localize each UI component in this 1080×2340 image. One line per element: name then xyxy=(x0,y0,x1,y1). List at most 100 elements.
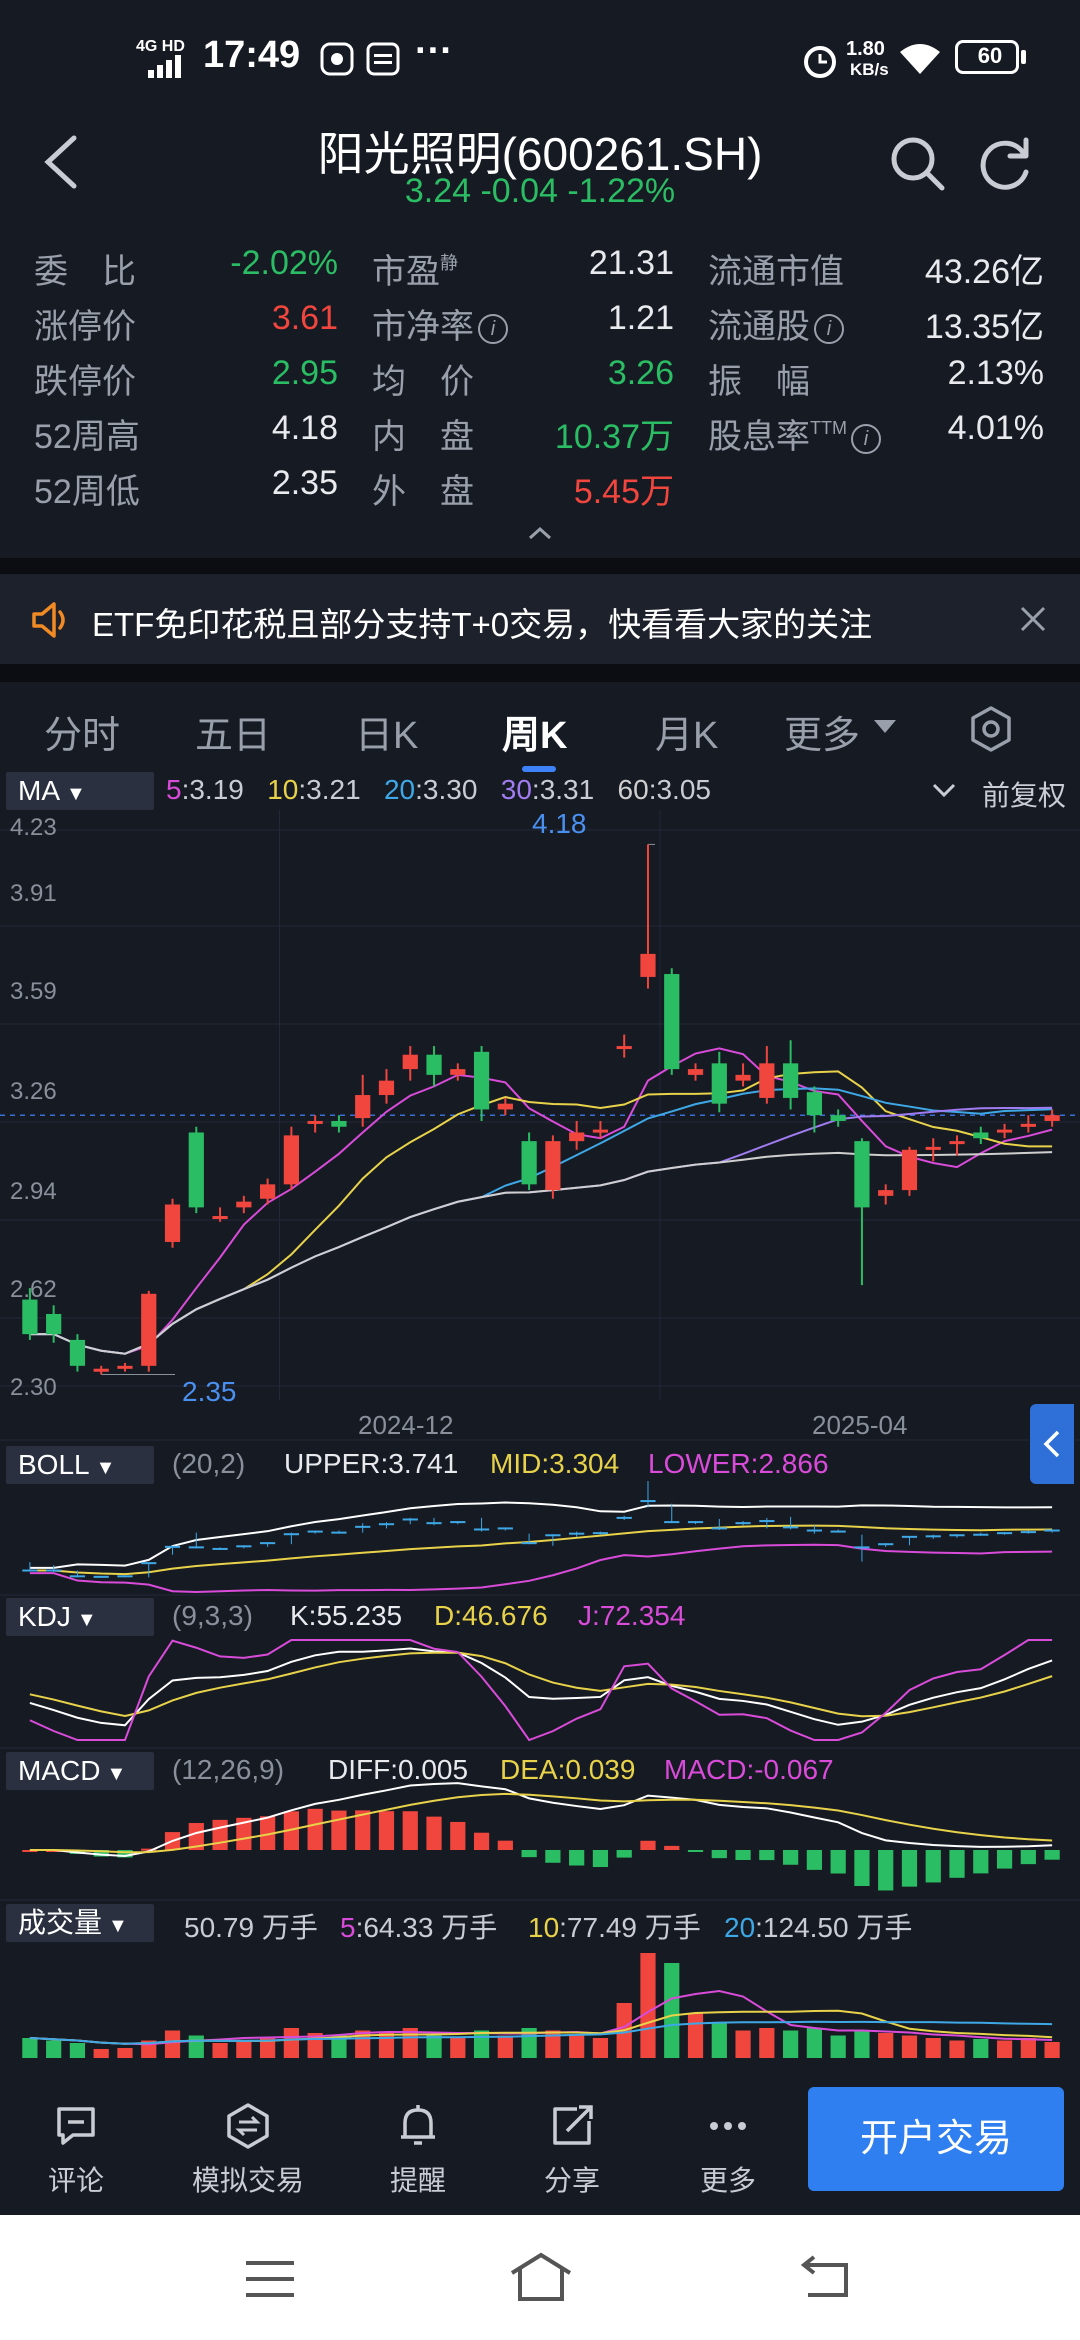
settings-icon[interactable] xyxy=(966,704,1016,754)
candle-body xyxy=(141,1293,157,1366)
close-icon[interactable] xyxy=(1018,604,1048,634)
volume-bar xyxy=(878,2033,894,2058)
adjust-mode[interactable]: 前复权 xyxy=(982,774,1066,814)
simulated-trade-icon xyxy=(227,2103,269,2149)
ma60-line xyxy=(29,1151,1053,1355)
tab-weekly-k[interactable]: 周K xyxy=(502,704,567,759)
kdj-j: J:72.354 xyxy=(578,1600,686,1631)
tab-intraday[interactable]: 分时 xyxy=(44,704,120,759)
kdj-selector[interactable]: KDJ ▼ xyxy=(6,1598,154,1636)
ma5-line xyxy=(29,1047,1053,1355)
net-speed-unit: KB/s xyxy=(850,60,889,79)
volume-bar xyxy=(830,2035,846,2058)
macd-selector[interactable]: MACD ▼ xyxy=(6,1752,154,1790)
stat-label: 内 盘 xyxy=(372,418,474,456)
candle-body xyxy=(1044,1115,1060,1121)
macd-bar xyxy=(521,1850,537,1858)
volume-bar xyxy=(711,2023,727,2058)
simulated-trade-button[interactable]: 模拟交易 xyxy=(188,2101,308,2199)
candle-body xyxy=(830,1115,846,1121)
price-tick: 3.59 xyxy=(10,978,57,1005)
notice-banner[interactable]: ETF免印花税且部分支持T+0交易，快看看大家的关注 xyxy=(0,574,1080,664)
menu-icon[interactable] xyxy=(242,2257,298,2301)
candle-body xyxy=(973,1132,989,1139)
candle-body xyxy=(783,1063,799,1098)
refresh-icon[interactable] xyxy=(976,134,1036,194)
stat-label: 股息率TTM i xyxy=(708,409,881,458)
boll-upper-line xyxy=(29,1501,1053,1569)
chevron-left-icon xyxy=(1043,1430,1060,1458)
volume-bar xyxy=(378,2033,395,2058)
stat-label: 52周低 xyxy=(34,473,140,511)
candle-body xyxy=(402,1054,418,1070)
stat-label: 委 比 xyxy=(34,253,136,291)
candle-body xyxy=(283,1135,299,1185)
macd-bar xyxy=(473,1832,490,1850)
volume-bar xyxy=(901,2035,918,2058)
info-icon[interactable]: i xyxy=(478,314,508,344)
alert-button[interactable]: 提醒 xyxy=(358,2101,478,2199)
stat-value: 1.21 xyxy=(607,299,674,337)
candle-body xyxy=(735,1074,751,1081)
stat-label: 跌停价 xyxy=(34,363,136,401)
candle-body xyxy=(664,974,680,1070)
volume-bar xyxy=(236,2040,252,2058)
home-icon[interactable] xyxy=(506,2249,576,2305)
boll-selector[interactable]: BOLL ▼ xyxy=(6,1446,154,1484)
date-tick: 2024-12 xyxy=(358,1410,454,1440)
open-account-trade-button[interactable]: 开户交易 xyxy=(808,2087,1064,2191)
ma10-line xyxy=(29,1070,1053,1355)
stat-value: 10.37万 xyxy=(554,418,674,456)
side-panel-toggle[interactable] xyxy=(1030,1404,1074,1484)
comment-icon xyxy=(57,2107,95,2145)
volume-bar xyxy=(497,2035,513,2058)
battery-icon: 60 xyxy=(955,40,1019,74)
candle-body xyxy=(711,1063,727,1104)
volume-bar xyxy=(473,2030,490,2058)
tab-more[interactable]: 更多 xyxy=(784,704,860,759)
ma-selector[interactable]: MA ▼ xyxy=(6,772,154,810)
stat-value: 21.31 xyxy=(588,244,674,282)
more-button[interactable]: 更多 xyxy=(668,2101,788,2199)
volume-selector[interactable]: 成交量 ▼ xyxy=(6,1904,154,1942)
boll-mid: MID:3.304 xyxy=(490,1448,620,1479)
status-bar: 4G HD 17:49 ··· 1.80 KB/s 60 xyxy=(0,0,1080,110)
comment-button[interactable]: 评论 xyxy=(16,2101,136,2199)
share-button[interactable]: 分享 xyxy=(512,2101,632,2199)
tab-daily-k[interactable]: 日K xyxy=(355,704,418,759)
app-notification-icon xyxy=(320,42,354,76)
chevron-down-icon[interactable] xyxy=(930,780,958,800)
macd-bar xyxy=(426,1816,442,1850)
back-nav-icon[interactable] xyxy=(794,2255,854,2303)
ma20-line xyxy=(29,1087,1053,1355)
ma-values: 5:3.19 10:3.21 20:3.30 30:3.31 60:3.05 xyxy=(166,774,711,805)
boll-mid-line xyxy=(29,1524,1053,1576)
volume-bar xyxy=(925,2038,941,2058)
volume-bar xyxy=(687,2013,704,2058)
stat-label: 涨停价 xyxy=(34,308,136,346)
macd-bar xyxy=(592,1850,609,1868)
candle-body xyxy=(497,1103,513,1110)
macd-bar xyxy=(830,1850,846,1874)
collapse-icon[interactable] xyxy=(526,524,554,542)
candle-body xyxy=(521,1141,537,1185)
macd-bar xyxy=(854,1850,870,1887)
macd-bar xyxy=(783,1850,799,1865)
kline-chart[interactable] xyxy=(0,772,1080,2062)
macd-bar xyxy=(711,1850,727,1859)
price-tick: 2.30 xyxy=(10,1374,57,1401)
volume-ma10-line xyxy=(29,2009,1053,2045)
volume-bar xyxy=(1020,2038,1036,2058)
tab-five-day[interactable]: 五日 xyxy=(195,704,271,759)
macd-bar xyxy=(687,1850,704,1852)
price-tick: 4.23 xyxy=(10,814,57,841)
info-icon[interactable]: i xyxy=(814,314,844,344)
stat-label: 52周高 xyxy=(34,418,140,456)
tab-monthly-k[interactable]: 月K xyxy=(655,704,718,759)
volume-ma20: 20:124.50 万手 xyxy=(724,1912,913,1943)
macd-bar xyxy=(569,1850,585,1866)
back-icon[interactable] xyxy=(36,132,86,192)
search-icon[interactable] xyxy=(888,134,948,194)
candle-body xyxy=(69,1339,86,1366)
info-icon[interactable]: i xyxy=(850,424,881,454)
